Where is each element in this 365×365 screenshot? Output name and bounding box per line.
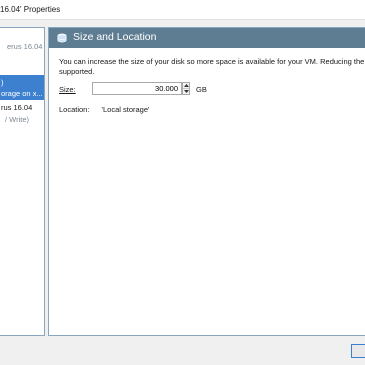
description-line-1: You can increase the size of your disk s… [59, 57, 365, 66]
size-label: Size: [59, 85, 76, 94]
spin-down-button[interactable] [183, 89, 189, 94]
sidebar-item-sublabel: orage on x... [1, 89, 43, 98]
sidebar-tree[interactable]: erus 16.04 ) orage on x... rus 16.04 / W… [0, 27, 45, 336]
size-unit: GB [196, 85, 207, 94]
location-label: Location: [59, 105, 90, 114]
ok-button[interactable] [351, 344, 365, 358]
description-line-2: supported. [59, 67, 95, 76]
sidebar-item-general[interactable]: erus 16.04 [7, 42, 42, 51]
sidebar-item-label: ) [1, 78, 4, 87]
size-description: You can increase the size of your disk s… [59, 57, 365, 77]
size-input[interactable] [92, 82, 182, 95]
chevron-up-icon [184, 84, 189, 87]
dialog-footer [0, 336, 365, 365]
window-title: 16.04' Properties [0, 5, 61, 14]
sidebar-item-vm[interactable]: rus 16.04 [1, 103, 32, 112]
panel-header: Size and Location [49, 28, 365, 48]
size-spinner[interactable] [182, 82, 190, 95]
location-value: 'Local storage' [101, 105, 150, 114]
panel-header-title: Size and Location [73, 31, 157, 43]
sidebar-item-size-location[interactable]: ) orage on x... [0, 75, 44, 100]
sidebar-item-vm-sublabel: / Write) [5, 115, 30, 124]
chevron-down-icon [184, 90, 189, 93]
window-titlebar: 16.04' Properties [0, 0, 365, 20]
location-row: Location: 'Local storage' [59, 105, 149, 114]
disk-icon [57, 33, 67, 45]
properties-panel: Size and Location You can increase the s… [48, 27, 365, 336]
